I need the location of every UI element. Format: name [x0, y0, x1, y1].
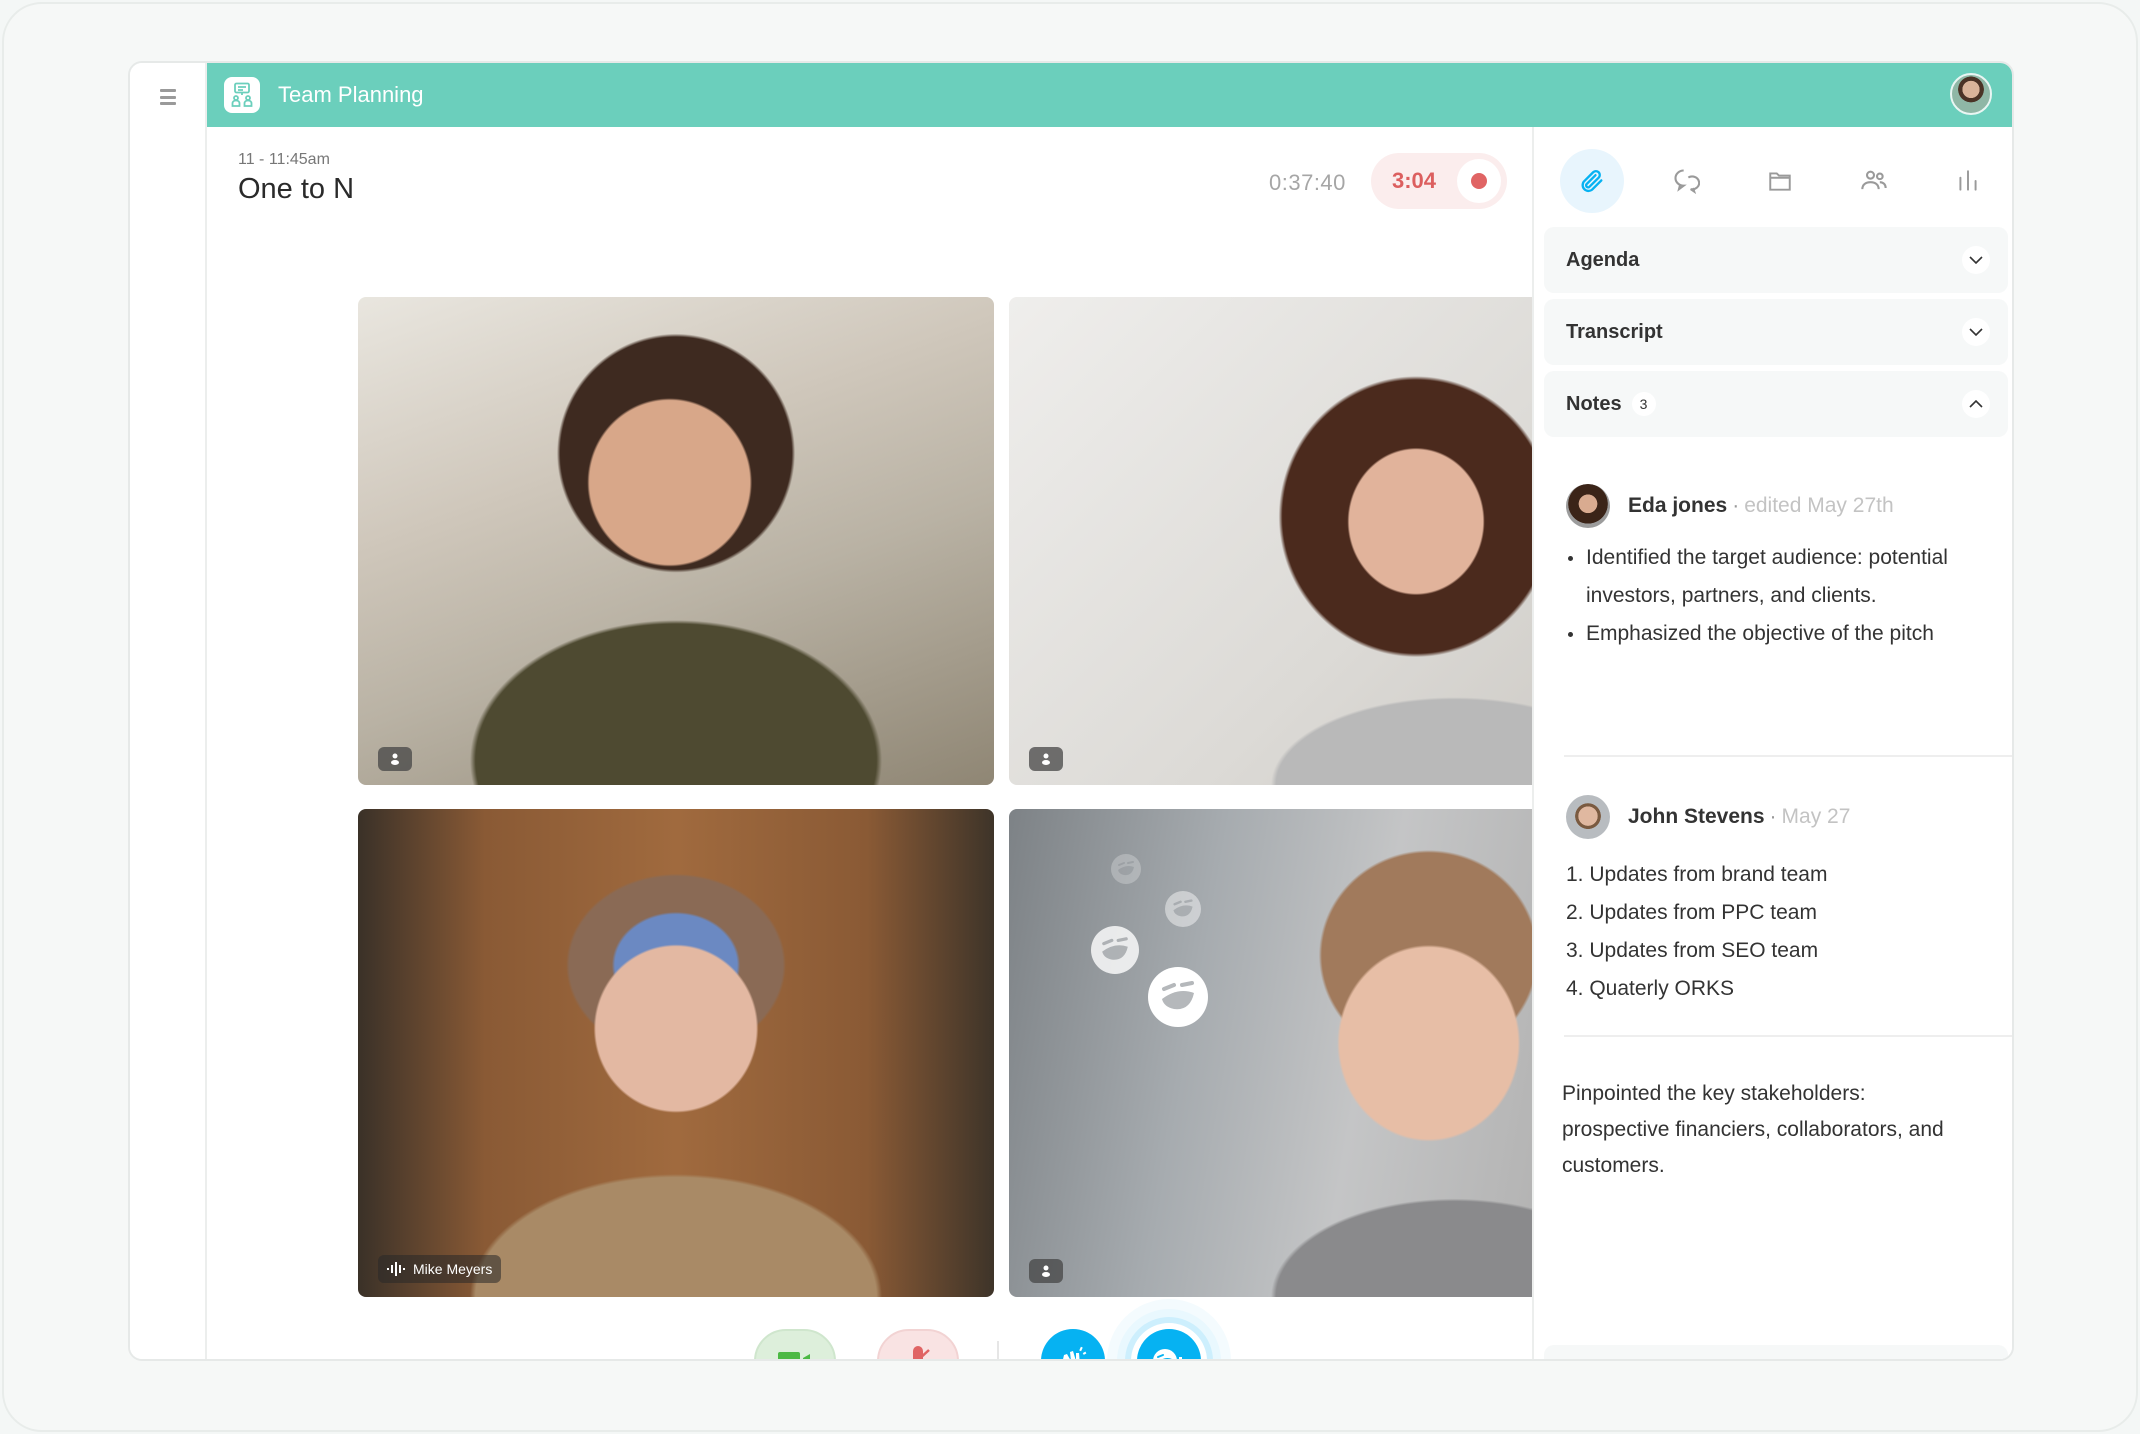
notes-section[interactable]: Notes 3	[1544, 371, 2008, 437]
controls-divider	[997, 1341, 999, 1359]
note-list-item: 2. Updates from PPC team	[1566, 901, 1817, 924]
mic-off-icon	[909, 1346, 930, 1359]
tab-participants[interactable]	[1842, 149, 1906, 213]
transcript-label: Transcript	[1566, 320, 1663, 343]
note-bullet: Identified the target audience: potentia…	[1566, 539, 2006, 615]
chevron-up-icon[interactable]	[1962, 390, 1990, 418]
hamburger-icon[interactable]	[160, 89, 176, 105]
note-author: Eda jones	[1628, 494, 1728, 517]
side-panel: Agenda Transcript Notes 3 Eda jones · ed…	[1532, 127, 2012, 1359]
meeting-title: One to N	[238, 173, 355, 205]
folder-icon	[1769, 172, 1791, 191]
app-header: Team Planning	[207, 63, 2012, 127]
paperclip-icon	[1581, 169, 1603, 193]
transcript-section[interactable]: Transcript	[1544, 299, 2008, 365]
note-item: John Stevens · May 27 1. Updates from br…	[1566, 794, 2006, 1008]
note-date: May 27	[1781, 805, 1851, 828]
meeting-main: 11 - 11:45am One to N 0:37:40 3:04 Mike …	[207, 127, 1645, 1359]
speaker-name: Mike Meyers	[413, 1261, 493, 1277]
clap-reaction-button[interactable]	[1041, 1329, 1105, 1359]
tab-stats[interactable]	[1936, 149, 2000, 213]
left-rail	[130, 63, 207, 1359]
app-window: Team Planning 11 - 11:45am One to N 0:37…	[128, 61, 2014, 1361]
tab-chat[interactable]	[1654, 149, 1718, 213]
meeting-time-range: 11 - 11:45am	[238, 151, 330, 168]
laugh-reaction-button[interactable]	[1137, 1329, 1201, 1359]
person-icon[interactable]	[1029, 1259, 1063, 1283]
tab-files[interactable]	[1748, 149, 1812, 213]
person-icon[interactable]	[378, 747, 412, 771]
note-bullet: Emphasized the objective of the pitch	[1566, 615, 2006, 653]
note-item: Eda jones · edited May 27th Identified t…	[1566, 483, 2006, 653]
note-divider	[1564, 1035, 2012, 1037]
people-icon	[1861, 170, 1887, 190]
note-list-item: 1. Updates from brand team	[1566, 863, 1828, 886]
record-icon	[1457, 159, 1501, 203]
note-divider	[1564, 755, 2012, 757]
speaker-name-badge: Mike Meyers	[378, 1255, 502, 1283]
toggle-video-button[interactable]	[754, 1329, 836, 1359]
notes-count-badge: 3	[1631, 392, 1656, 416]
recording-button[interactable]: 3:04	[1371, 153, 1507, 209]
notes-label: Notes	[1566, 392, 1622, 415]
laughing-emoji-icon	[1165, 891, 1201, 927]
chat-bubbles-icon	[1674, 169, 1700, 195]
chevron-down-icon[interactable]	[1962, 246, 1990, 274]
video-tile[interactable]: Mike Meyers	[358, 809, 994, 1297]
toggle-mic-button[interactable]	[877, 1329, 959, 1359]
elapsed-timer: 0:37:40	[1269, 170, 1346, 195]
note-item: Pinpointed the key stakeholders: prospec…	[1562, 1076, 1962, 1184]
note-text: Pinpointed the key stakeholders: prospec…	[1562, 1082, 1944, 1177]
note-author: John Stevens	[1628, 805, 1765, 828]
note-list-item: 4. Quaterly ORKS	[1566, 977, 1735, 1000]
team-planning-logo-icon	[224, 77, 260, 113]
bar-chart-icon	[1959, 170, 1977, 191]
tab-attachments[interactable]	[1560, 149, 1624, 213]
laughing-emoji-icon	[1111, 854, 1141, 884]
agenda-section[interactable]: Agenda	[1544, 227, 2008, 293]
video-camera-icon	[778, 1352, 810, 1359]
audio-wave-icon	[387, 1262, 405, 1276]
call-controls	[207, 1329, 1532, 1359]
clapping-hands-icon	[1063, 1346, 1087, 1359]
person-icon[interactable]	[1029, 747, 1063, 771]
note-author-avatar	[1566, 484, 1610, 528]
laughing-emoji-icon	[1148, 967, 1208, 1027]
note-author-avatar	[1566, 795, 1610, 839]
panel-tabs	[1534, 127, 2012, 219]
agenda-label: Agenda	[1566, 248, 1640, 271]
note-list-item: 3. Updates from SEO team	[1566, 939, 1819, 962]
laughing-emoji-icon	[1091, 926, 1139, 974]
recording-time: 3:04	[1392, 168, 1437, 193]
note-date: edited May 27th	[1744, 494, 1894, 517]
chevron-down-icon[interactable]	[1962, 318, 1990, 346]
user-avatar[interactable]	[1950, 73, 1992, 115]
action-items-section[interactable]: Action Items 3	[1544, 1345, 2008, 1359]
laughing-emoji-icon	[1153, 1349, 1182, 1359]
video-tile[interactable]	[358, 297, 994, 785]
app-title: Team Planning	[278, 82, 424, 107]
